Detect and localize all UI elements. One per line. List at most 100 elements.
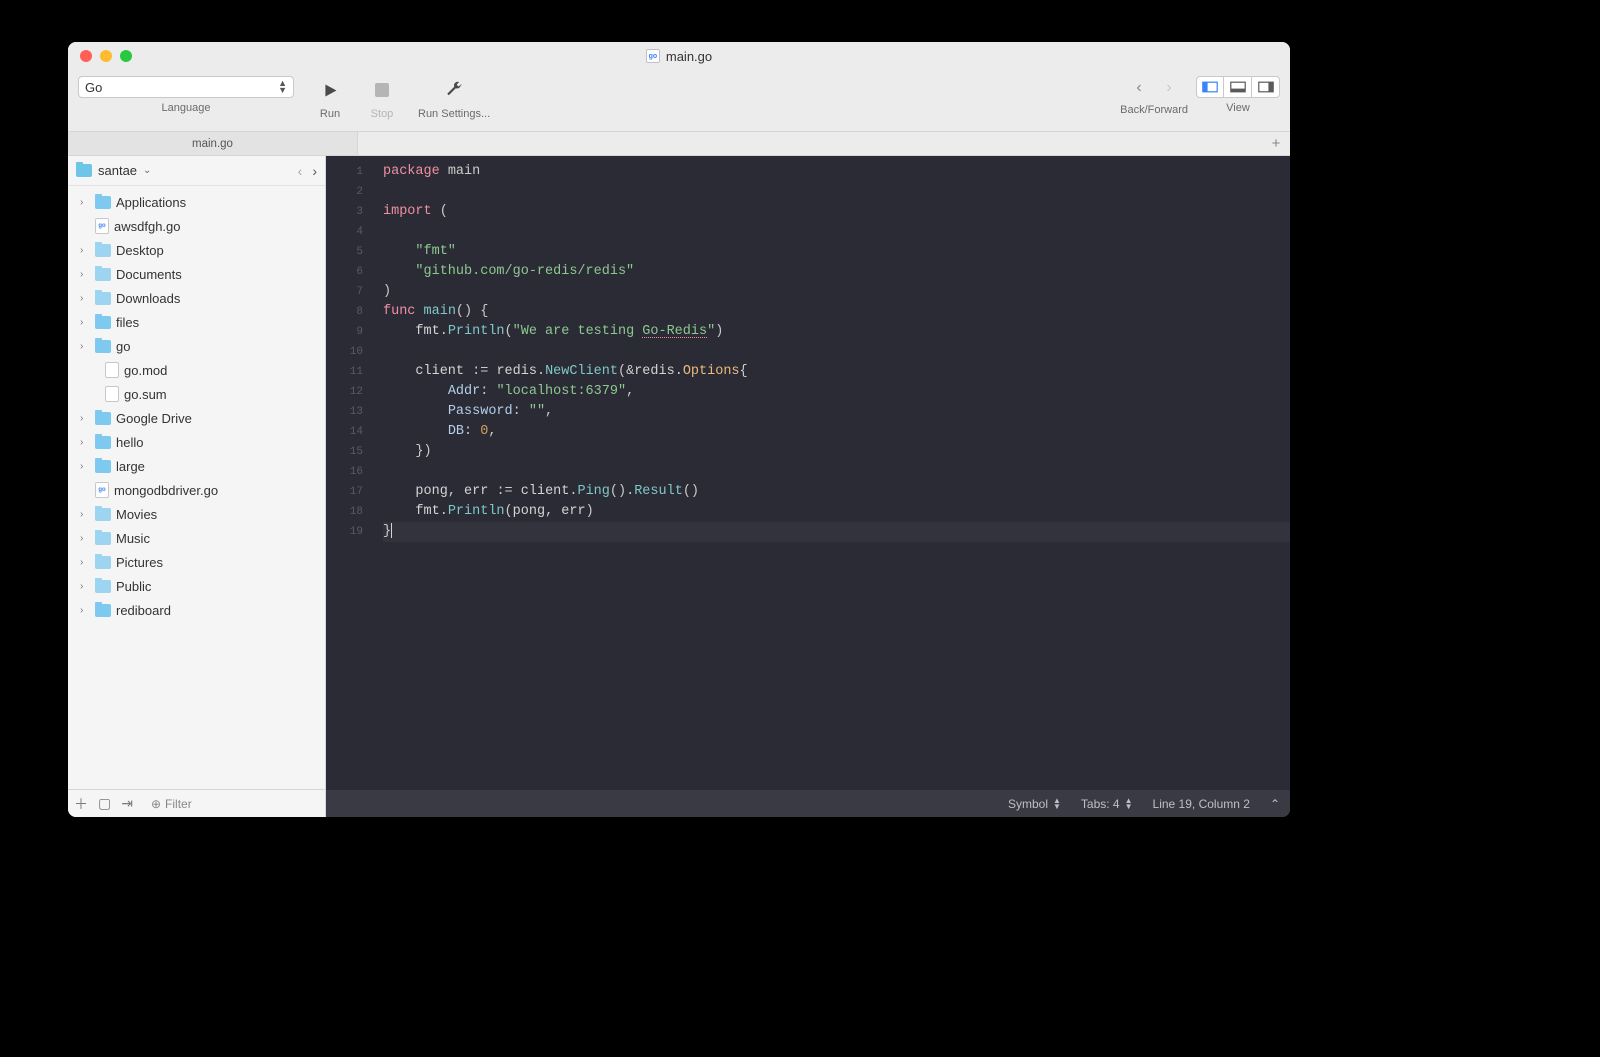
play-icon bbox=[322, 82, 339, 99]
tree-item-public[interactable]: ›Public bbox=[68, 574, 325, 598]
chevron-right-icon: › bbox=[80, 509, 90, 520]
code-line: fmt.Println(pong, err) bbox=[383, 502, 1290, 522]
tree-item-downloads[interactable]: › Downloads bbox=[68, 286, 325, 310]
add-icon[interactable]: ＋ bbox=[74, 794, 88, 814]
crumb-nav: ‹ › bbox=[298, 163, 317, 179]
content: santae ⌄ ‹ › ›Applications›goawsdfgh.go›… bbox=[68, 156, 1290, 817]
folder-icon bbox=[95, 292, 111, 305]
view-right-sidebar-button[interactable] bbox=[1252, 76, 1280, 98]
minimize-icon[interactable] bbox=[100, 50, 112, 62]
tabs-label: Tabs: 4 bbox=[1081, 797, 1120, 811]
tree-item-label: go.mod bbox=[124, 363, 167, 378]
folder-icon bbox=[95, 436, 111, 449]
tree-item-hello[interactable]: › hello bbox=[68, 430, 325, 454]
view-left-sidebar-button[interactable] bbox=[1196, 76, 1224, 98]
tree-item-label: mongodbdriver.go bbox=[114, 483, 218, 498]
tree-item-documents[interactable]: › Documents bbox=[68, 262, 325, 286]
tabs-menu[interactable]: Tabs: 4 ▲▼ bbox=[1081, 797, 1133, 811]
back-forward-label: Back/Forward bbox=[1120, 104, 1188, 116]
tree-item-label: files bbox=[116, 315, 139, 330]
code-line: "fmt" bbox=[383, 242, 1290, 262]
forward-button[interactable]: › bbox=[1156, 76, 1182, 100]
chevron-right-icon: › bbox=[80, 413, 90, 424]
tree-item-desktop[interactable]: ›Desktop bbox=[68, 238, 325, 262]
folder-icon bbox=[95, 508, 111, 521]
run-label: Run bbox=[320, 108, 340, 120]
folder-icon bbox=[95, 604, 111, 617]
chevron-right-icon: › bbox=[80, 269, 90, 280]
tree-item-label: large bbox=[116, 459, 145, 474]
run-settings-label: Run Settings... bbox=[418, 108, 490, 120]
open-in-icon[interactable]: ⇥ bbox=[121, 795, 133, 812]
chevron-right-icon: › bbox=[80, 437, 90, 448]
close-icon[interactable] bbox=[80, 50, 92, 62]
tree-item-music[interactable]: ›Music bbox=[68, 526, 325, 550]
code-line: client := redis.NewClient(&redis.Options… bbox=[383, 362, 1290, 382]
zoom-icon[interactable] bbox=[120, 50, 132, 62]
app-window: go main.go Go ▲▼ Language Run Stop bbox=[68, 42, 1290, 817]
cursor-position[interactable]: Line 19, Column 2 bbox=[1153, 797, 1250, 811]
new-folder-icon[interactable]: ▢ bbox=[98, 795, 111, 812]
code-line: } bbox=[383, 522, 1290, 542]
editor: 12345678910111213141516171819 package ma… bbox=[326, 156, 1290, 817]
tree-item-google-drive[interactable]: ›Google Drive bbox=[68, 406, 325, 430]
chevron-down-icon: ⌄ bbox=[143, 165, 151, 176]
folder-icon bbox=[95, 532, 111, 545]
tree-item-rediboard[interactable]: ›rediboard bbox=[68, 598, 325, 622]
code-line bbox=[383, 462, 1290, 482]
tree-item-mongodbdriver-go[interactable]: ›gomongodbdriver.go bbox=[68, 478, 325, 502]
tree-item-label: Music bbox=[116, 531, 150, 546]
tab-main-go[interactable]: main.go bbox=[68, 132, 358, 155]
wrench-icon bbox=[445, 81, 463, 99]
code-line: func main() { bbox=[383, 302, 1290, 322]
tree-item-awsdfgh-go[interactable]: ›goawsdfgh.go bbox=[68, 214, 325, 238]
expand-button[interactable]: ⌃ bbox=[1270, 797, 1280, 811]
code-line: package main bbox=[383, 162, 1290, 182]
folder-icon bbox=[95, 196, 111, 209]
sidebar-right-icon bbox=[1258, 81, 1274, 93]
breadcrumb[interactable]: santae ⌄ ‹ › bbox=[68, 156, 325, 186]
run-settings-button[interactable] bbox=[438, 76, 470, 104]
folder-icon bbox=[95, 580, 111, 593]
filter-input[interactable]: ⊕ Filter bbox=[143, 795, 319, 813]
folder-icon bbox=[95, 268, 111, 281]
run-settings-group: Run Settings... bbox=[418, 76, 490, 120]
folder-icon bbox=[95, 340, 111, 353]
crumb-back-icon[interactable]: ‹ bbox=[298, 163, 303, 179]
tree-item-label: rediboard bbox=[116, 603, 171, 618]
file-tree[interactable]: ›Applications›goawsdfgh.go›Desktop › Docum… bbox=[68, 186, 325, 789]
view-bottom-panel-button[interactable] bbox=[1224, 76, 1252, 98]
tree-item-label: Pictures bbox=[116, 555, 163, 570]
stop-button bbox=[366, 76, 398, 104]
tree-item-movies[interactable]: › Movies bbox=[68, 502, 325, 526]
tree-item-label: Downloads bbox=[116, 291, 180, 306]
language-value: Go bbox=[85, 80, 102, 95]
tree-item-files[interactable]: ›files bbox=[68, 310, 325, 334]
tree-item-pictures[interactable]: ›Pictures bbox=[68, 550, 325, 574]
folder-icon bbox=[95, 412, 111, 425]
tree-item-go-mod[interactable]: ›go.mod bbox=[68, 358, 325, 382]
chevron-right-icon: › bbox=[80, 293, 90, 304]
sidebar-left-icon bbox=[1202, 81, 1218, 93]
stop-group: Stop bbox=[366, 76, 398, 120]
tree-item-go-sum[interactable]: ›go.sum bbox=[68, 382, 325, 406]
view-segment[interactable] bbox=[1196, 76, 1280, 98]
crumb-forward-icon[interactable]: › bbox=[312, 163, 317, 179]
filter-placeholder: Filter bbox=[165, 797, 192, 811]
tree-item-large[interactable]: ›large bbox=[68, 454, 325, 478]
code-line: Password: "", bbox=[383, 402, 1290, 422]
language-select[interactable]: Go ▲▼ bbox=[78, 76, 294, 98]
run-button[interactable] bbox=[314, 76, 346, 104]
sidebar-footer: ＋ ▢ ⇥ ⊕ Filter bbox=[68, 789, 325, 817]
code-area[interactable]: package mainimport ( "fmt" "github.com/g… bbox=[371, 156, 1290, 790]
tree-item-label: Movies bbox=[116, 507, 157, 522]
symbol-menu[interactable]: Symbol ▲▼ bbox=[1008, 797, 1061, 811]
tree-item-label: Public bbox=[116, 579, 151, 594]
tree-item-label: hello bbox=[116, 435, 143, 450]
tree-item-go[interactable]: ›go bbox=[68, 334, 325, 358]
add-tab-button[interactable]: + bbox=[1262, 132, 1290, 155]
editor-viewport[interactable]: 12345678910111213141516171819 package ma… bbox=[326, 156, 1290, 790]
back-button[interactable]: ‹ bbox=[1126, 76, 1152, 100]
tree-item-label: Documents bbox=[116, 267, 182, 282]
tree-item-applications[interactable]: ›Applications bbox=[68, 190, 325, 214]
